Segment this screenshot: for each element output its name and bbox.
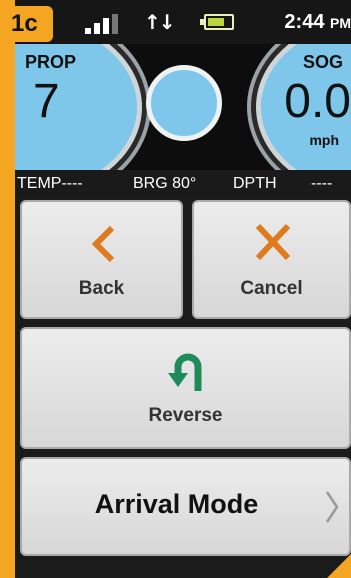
chevron-right-icon xyxy=(325,491,339,523)
close-icon xyxy=(255,223,291,261)
depth-value: ---- xyxy=(311,175,333,192)
depth-label: DPTH xyxy=(233,175,277,192)
clock: 2:44 PM xyxy=(284,11,351,33)
back-label: Back xyxy=(78,278,125,299)
arrival-mode-button[interactable]: Arrival Mode xyxy=(20,457,351,556)
screen: ↑↓ 2:44 PM PROP 7 SOG 0.0 mph TEMP---- B… xyxy=(15,0,351,578)
sog-label: SOG xyxy=(302,52,343,72)
reverse-button[interactable]: Reverse xyxy=(20,327,351,449)
step-badge: 1c xyxy=(0,6,53,42)
sog-unit: mph xyxy=(309,132,339,148)
compass-indicator xyxy=(146,65,222,141)
temp-readout: TEMP---- xyxy=(17,175,83,192)
gauge-panel: PROP 7 SOG 0.0 mph xyxy=(15,44,351,170)
cancel-label: Cancel xyxy=(240,278,303,299)
u-turn-icon xyxy=(168,353,202,391)
corner-accent xyxy=(327,554,351,578)
bearing-readout: BRG 80° xyxy=(133,175,197,192)
signal-strength-icon xyxy=(85,14,125,34)
battery-icon xyxy=(200,14,234,30)
data-strip: TEMP---- BRG 80° DPTH ---- xyxy=(15,170,351,198)
arrival-mode-label: Arrival Mode xyxy=(94,489,259,519)
bottom-bar xyxy=(15,560,351,578)
chevron-left-icon xyxy=(91,225,115,263)
status-bar: ↑↓ 2:44 PM xyxy=(15,0,351,44)
prop-label: PROP xyxy=(25,52,77,72)
sog-value: 0.0 xyxy=(284,75,351,128)
data-transfer-icon: ↑↓ xyxy=(144,10,175,34)
back-button[interactable]: Back xyxy=(20,200,183,319)
reverse-label: Reverse xyxy=(148,405,223,426)
cancel-button[interactable]: Cancel xyxy=(192,200,351,319)
prop-value: 7 xyxy=(33,75,60,128)
